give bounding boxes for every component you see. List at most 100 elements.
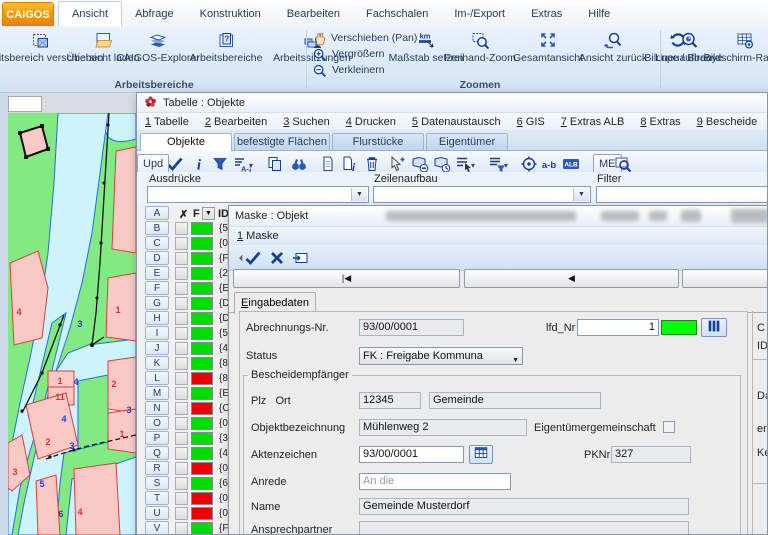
chevron-down-icon[interactable]: ▾ (249, 161, 253, 170)
chevron-down-icon[interactable]: ▾ (504, 161, 508, 170)
row-letter-d[interactable]: D (145, 251, 169, 265)
ribbon-button-arbeitsbereich-verschieben[interactable]: Arbeitsbereich verschieben (4, 28, 76, 81)
id-cell[interactable]: {6 (216, 478, 228, 489)
row-select-cell[interactable] (175, 477, 188, 490)
status-cell-green[interactable] (191, 477, 213, 490)
lfd-nr-field[interactable]: 1 (577, 319, 659, 336)
table-row[interactable]: {8 (175, 357, 230, 370)
tab-befestigte-flächen[interactable]: befestigte Flächen (234, 133, 330, 150)
row-letter-a[interactable]: A (145, 206, 169, 220)
id-cell[interactable]: {4 (216, 343, 228, 354)
row-letter-s[interactable]: S (145, 476, 169, 490)
row-select-cell[interactable] (175, 297, 188, 310)
row-select-cell[interactable] (175, 507, 188, 520)
table-row[interactable]: {F (175, 252, 230, 265)
maske-titlebar[interactable]: Maske : Objekt (229, 206, 767, 227)
table-row[interactable]: {D (175, 297, 230, 310)
row-select-cell[interactable] (175, 462, 188, 475)
id-cell[interactable]: {0 (216, 508, 228, 519)
row-letter-q[interactable]: Q (145, 446, 169, 460)
status-select[interactable]: FK : Freigabe Kommuna▼ (359, 347, 523, 365)
name-field[interactable]: Gemeinde Musterdorf (359, 498, 689, 515)
ribbon-tab-bearbeiten[interactable]: Bearbeiten (274, 2, 353, 27)
row-letter-j[interactable]: J (145, 341, 169, 355)
row-select-cell[interactable] (175, 357, 188, 370)
table-row[interactable]: {8 (175, 372, 230, 385)
eigentuemergemeinschaft-checkbox[interactable] (663, 421, 675, 433)
row-letter-g[interactable]: G (145, 296, 169, 310)
row-letter-k[interactable]: K (145, 356, 169, 370)
ribbon-button-verschieben-pan[interactable]: Verschieben (Pan) (312, 30, 402, 46)
copy-rows-button[interactable] (265, 154, 285, 174)
table-row[interactable]: {4 (175, 447, 230, 460)
record-info-button[interactable]: i (339, 154, 359, 174)
chevron-down-icon[interactable]: ▼ (351, 188, 367, 201)
search-window-button[interactable] (613, 154, 633, 174)
ribbon-button-gesamtansicht[interactable]: Gesamtansicht (508, 28, 588, 81)
row-select-cell[interactable] (175, 342, 188, 355)
table-row[interactable]: {2 (175, 267, 230, 280)
table-row[interactable]: {0 (175, 237, 230, 250)
id-cell[interactable]: {0 (216, 238, 228, 249)
ribbon-tab-konstruktion[interactable]: Konstruktion (187, 2, 274, 27)
new-record-button[interactable] (318, 154, 338, 174)
status-cell-green[interactable] (191, 357, 213, 370)
menu-item-2-bearbeiten[interactable]: 2 Bearbeiten (205, 116, 267, 128)
row-select-cell[interactable] (175, 267, 188, 280)
aktenzeichen-lookup-button[interactable] (469, 445, 493, 464)
status-cell-red[interactable] (191, 372, 213, 385)
row-letter-n[interactable]: N (145, 401, 169, 415)
row-letter-t[interactable]: T (145, 491, 169, 505)
pknr-field[interactable]: 327 (611, 446, 691, 463)
cancel-button[interactable] (267, 248, 287, 268)
row-letter-o[interactable]: O (145, 416, 169, 430)
previous-record-button[interactable]: ◀ (464, 269, 679, 288)
status-cell-green[interactable] (191, 252, 213, 265)
id-cell[interactable]: {5 (216, 223, 228, 234)
table-row[interactable]: {0 (175, 462, 230, 475)
status-cell-green[interactable] (191, 387, 213, 400)
status-cell-green[interactable] (191, 417, 213, 430)
alb-button[interactable]: ALB (561, 154, 581, 174)
ribbon-button-caigos-explorer[interactable]: CAIGOS-Explorer (130, 28, 186, 81)
tabelle-titlebar[interactable]: Tabelle : Objekte (137, 93, 767, 113)
ribbon-tab-ansicht[interactable]: Ansicht (58, 1, 122, 28)
status-cell-green[interactable] (191, 447, 213, 460)
status-cell-green[interactable] (191, 327, 213, 340)
status-cell-red[interactable] (191, 462, 213, 475)
menu-item-1-maske[interactable]: 1 Maske (237, 230, 279, 242)
id-cell[interactable]: {4 (216, 448, 228, 459)
info-button[interactable]: i (189, 154, 209, 174)
ribbon-tab-abfrage[interactable]: Abfrage (122, 2, 187, 27)
menu-item-7-extras-alb[interactable]: 7 Extras ALB (561, 116, 625, 128)
ribbon-tab-fachschalen[interactable]: Fachschalen (353, 2, 441, 27)
zeilenaufbau-combobox[interactable]: ▼ (373, 186, 591, 203)
status-cell-red[interactable] (191, 507, 213, 520)
ribbon-tab-extras[interactable]: Extras (518, 2, 575, 27)
row-letter-u[interactable]: U (145, 506, 169, 520)
row-select-cell[interactable] (175, 372, 188, 385)
row-select-cell[interactable] (175, 387, 188, 400)
id-cell[interactable]: {3 (216, 433, 228, 444)
grid-header-dropdown[interactable]: ▼ (202, 207, 215, 220)
row-letter-f[interactable]: F (145, 281, 169, 295)
row-select-cell[interactable] (175, 402, 188, 415)
table-row[interactable]: {F (175, 522, 230, 535)
id-cell[interactable]: {8 (216, 373, 228, 384)
id-cell[interactable]: {8 (216, 358, 228, 369)
tab-objekte[interactable]: Objekte (140, 133, 232, 151)
map-remove-button[interactable] (410, 154, 430, 174)
row-select-cell[interactable] (175, 522, 188, 535)
grid-header-f[interactable]: F (193, 208, 200, 220)
row-letter-b[interactable]: B (145, 221, 169, 235)
search-button[interactable] (289, 154, 309, 174)
ribbon-tab-im-export[interactable]: Im-/Export (441, 2, 518, 27)
table-row[interactable]: {0 (175, 417, 230, 430)
table-row[interactable]: {4 (175, 342, 230, 355)
ribbon-button-freihand-zoom[interactable]: Freihand-Zoom (452, 28, 508, 81)
chevron-down-icon[interactable]: ▼ (573, 188, 589, 201)
menu-item-5-datenaustausch[interactable]: 5 Datenaustausch (412, 116, 501, 128)
ok-button[interactable] (243, 248, 263, 268)
id-cell[interactable]: {0 (216, 463, 228, 474)
anrede-field[interactable]: An die (359, 473, 511, 490)
